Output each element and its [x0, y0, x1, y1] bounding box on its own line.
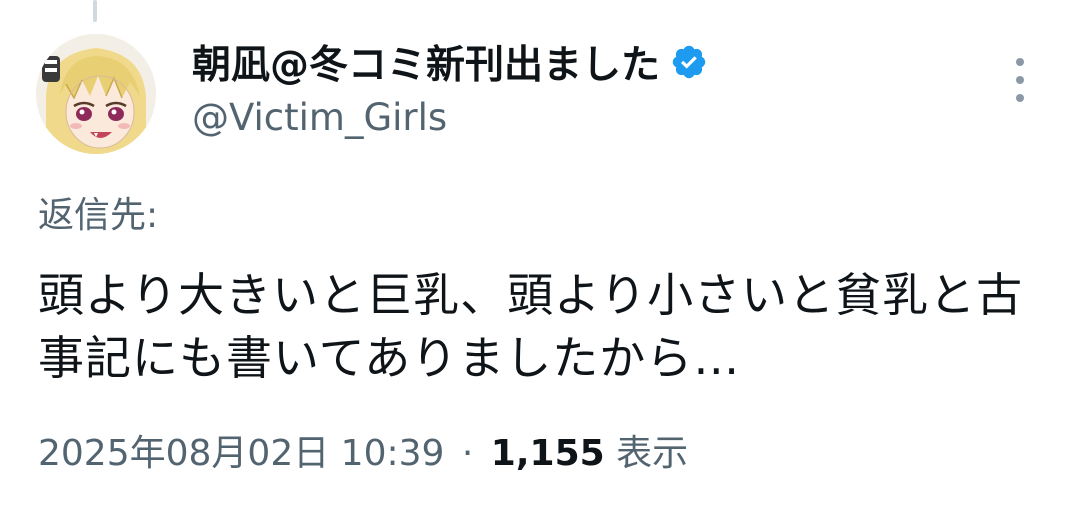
thread-connector-line — [93, 0, 97, 22]
more-options-icon[interactable] — [1004, 58, 1036, 102]
views-label: 表示 — [616, 433, 689, 474]
views-count[interactable]: 1,155 — [491, 433, 605, 474]
more-dot — [1016, 58, 1024, 66]
tweet-meta: 2025年08月02日 10:39 · 1,155 表示 — [38, 424, 688, 476]
name-row: 朝凪@冬コミ新刊出ました — [192, 36, 1000, 88]
more-dot — [1016, 94, 1024, 102]
avatar[interactable] — [36, 34, 156, 154]
tweet-text: 頭より大きいと巨乳、頭より小さいと貧乳と古事記にも書いてありましたから… — [38, 268, 1024, 385]
user-handle[interactable]: @Victim_Girls — [192, 96, 1000, 139]
tweet-header: 朝凪@冬コミ新刊出ました @Victim_Girls — [192, 36, 1000, 139]
meta-separator: · — [461, 433, 474, 474]
reply-to-label: 返信先: — [38, 195, 159, 236]
more-dot — [1016, 76, 1024, 84]
avatar-illustration — [36, 34, 156, 154]
display-name[interactable]: 朝凪@冬コミ新刊出ました — [192, 34, 660, 90]
timestamp[interactable]: 2025年08月02日 10:39 — [38, 433, 444, 474]
verified-badge-icon[interactable] — [670, 43, 708, 81]
